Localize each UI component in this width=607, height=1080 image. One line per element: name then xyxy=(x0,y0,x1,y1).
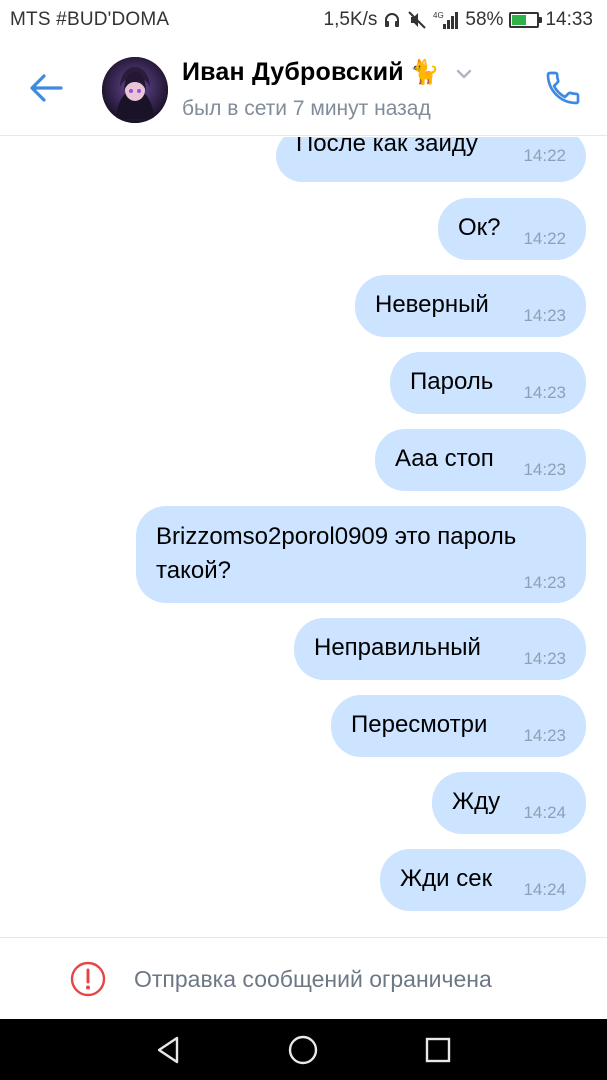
message-time: 14:22 xyxy=(523,146,566,165)
message-time: 14:23 xyxy=(523,460,566,479)
chevron-down-icon[interactable] xyxy=(456,66,472,84)
message-bubble[interactable]: Ааа стоп 14:23 xyxy=(375,429,586,491)
message-list[interactable]: После как зайду 14:22 Ок? 14:22 Неверный… xyxy=(0,137,607,937)
message-time: 14:23 xyxy=(523,383,566,402)
vibrate-off-icon xyxy=(407,10,427,30)
last-seen-status: был в сети 7 минут назад xyxy=(182,97,431,120)
home-circle-icon xyxy=(288,1035,318,1065)
nav-recents-button[interactable] xyxy=(421,1033,455,1067)
message-text: Ок? xyxy=(458,214,501,241)
contact-name: Иван Дубровский xyxy=(182,58,404,86)
battery-level xyxy=(512,15,526,25)
composer-restricted-notice: Отправка сообщений ограничена xyxy=(0,937,607,1019)
phone-icon xyxy=(546,71,580,105)
system-navigation-bar xyxy=(0,1019,607,1080)
message-text: Пароль xyxy=(410,368,494,395)
message-text-line2: такой? xyxy=(156,557,231,584)
restriction-text: Отправка сообщений ограничена xyxy=(134,966,492,992)
message-bubble[interactable]: Brizzomso2porol0909 это пароль такой? 14… xyxy=(136,506,586,603)
battery-icon xyxy=(509,12,543,28)
message-bubble[interactable]: Жди сек 14:24 xyxy=(380,849,586,911)
message-text: Ааа стоп xyxy=(395,445,494,472)
message-time: 14:24 xyxy=(523,803,566,822)
message-time: 14:23 xyxy=(523,726,566,745)
warning-circle-icon xyxy=(70,961,106,997)
cat-emoji: 🐈 xyxy=(409,58,440,86)
clock: 14:33 xyxy=(545,9,593,30)
battery-percent: 58% xyxy=(465,9,504,30)
headphones-icon xyxy=(383,11,401,29)
message-bubble[interactable]: Пересмотри 14:23 xyxy=(331,695,586,757)
recents-square-icon xyxy=(425,1037,451,1063)
message-time: 14:23 xyxy=(523,573,566,592)
message-text: Brizzomso2porol0909 это пароль xyxy=(156,523,517,550)
network-type: 4G xyxy=(433,11,444,20)
message-bubble[interactable]: После как зайду 14:22 xyxy=(276,137,586,182)
message-text: После как зайду xyxy=(296,137,478,157)
message-bubble[interactable]: Пароль 14:23 xyxy=(390,352,586,414)
message-time: 14:24 xyxy=(523,880,566,899)
message-bubble[interactable]: Жду 14:24 xyxy=(432,772,586,834)
nav-home-button[interactable] xyxy=(286,1033,320,1067)
message-bubble[interactable]: Неправильный 14:23 xyxy=(294,618,586,680)
network-speed: 1,5K/s xyxy=(323,9,378,30)
back-triangle-icon xyxy=(157,1036,179,1064)
message-bubble[interactable]: Неверный 14:23 xyxy=(355,275,586,337)
message-time: 14:23 xyxy=(523,649,566,668)
back-arrow-icon xyxy=(30,74,63,102)
message-text: Неверный xyxy=(375,291,489,318)
message-text: Жду xyxy=(452,788,501,815)
nav-back-button[interactable] xyxy=(152,1033,186,1067)
contact-name-row[interactable]: Иван Дубровский 🐈 xyxy=(182,58,472,87)
status-icons: 1,5K/s 4G 58% 14:33 xyxy=(324,8,593,32)
carrier-name: MTS #BUD'DOMA xyxy=(10,9,170,30)
message-time: 14:23 xyxy=(523,306,566,325)
avatar[interactable] xyxy=(102,57,168,123)
message-bubble[interactable]: Ок? 14:22 xyxy=(438,198,586,260)
chat-header: Иван Дубровский 🐈 был в сети 7 минут наз… xyxy=(0,40,607,136)
message-text: Жди сек xyxy=(400,865,493,892)
message-time: 14:22 xyxy=(523,229,566,248)
status-bar: MTS #BUD'DOMA 1,5K/s 4G 58% 14:33 xyxy=(0,0,607,40)
message-text: Неправильный xyxy=(314,634,481,661)
signal-icon: 4G xyxy=(433,10,459,30)
message-text: Пересмотри xyxy=(351,711,488,738)
back-button[interactable] xyxy=(22,66,70,110)
call-button[interactable] xyxy=(541,66,585,110)
